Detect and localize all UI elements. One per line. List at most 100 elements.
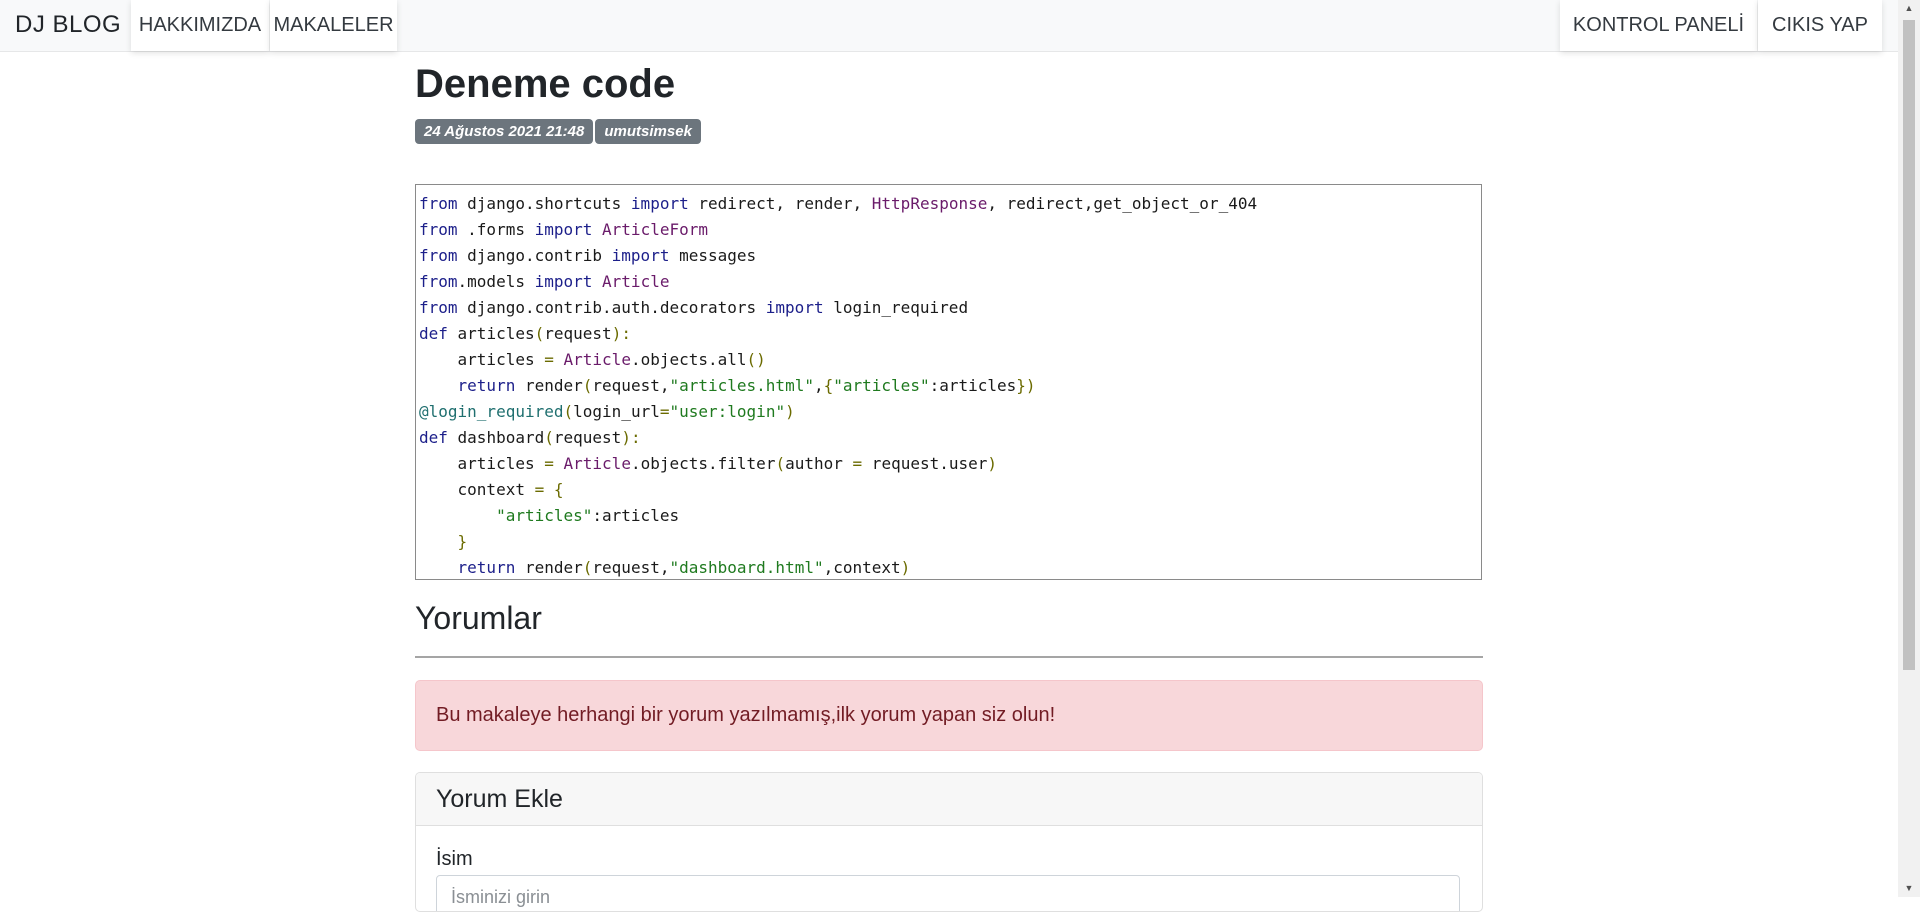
article-title: Deneme code	[415, 62, 676, 106]
code-line: def dashboard(request):	[416, 425, 1481, 451]
code-token: HttpResponse	[871, 194, 988, 213]
code-token: Article	[602, 272, 670, 291]
code-token: ArticleForm	[602, 220, 708, 239]
code-token: ,	[852, 194, 863, 213]
comments-title: Yorumlar	[415, 600, 542, 636]
nav-link-kontrol-paneli[interactable]: KONTROL PANELİ	[1560, 0, 1757, 51]
code-line: return render(request,"articles.html",{"…	[416, 373, 1481, 399]
comment-form-card: Yorum Ekle İsim	[415, 772, 1483, 912]
code-token: (	[563, 402, 574, 421]
code-token: request,	[592, 558, 670, 577]
code-line: from.models import Article	[416, 269, 1481, 295]
code-token: =	[544, 454, 554, 473]
code-line: articles = Article.objects.filter(author…	[416, 451, 1481, 477]
code-token: request	[553, 428, 622, 447]
code-token: import	[534, 220, 593, 239]
code-token: from	[419, 272, 458, 291]
divider	[415, 656, 1483, 658]
name-input[interactable]	[436, 875, 1460, 911]
code-token: render	[515, 558, 583, 577]
code-token: render	[515, 376, 583, 395]
code-token: "dashboard.html"	[669, 558, 824, 577]
code-token: }	[457, 532, 468, 551]
code-token: articles	[447, 324, 535, 343]
code-token: =	[534, 480, 545, 499]
code-line: from .forms import ArticleForm	[416, 217, 1481, 243]
code-token: :articles	[592, 506, 680, 525]
code-token: .forms	[457, 220, 535, 239]
code-token: {	[553, 480, 564, 499]
code-token: ):	[621, 428, 641, 447]
article-meta: 24 Ağustos 2021 21:48 umutsimsek	[415, 119, 703, 144]
code-line: from django.contrib import messages	[416, 243, 1481, 269]
code-line: }	[416, 529, 1481, 555]
code-token: from	[419, 298, 458, 317]
code-token: "articles"	[496, 506, 593, 525]
code-token: Article	[563, 454, 631, 473]
code-token: (	[582, 376, 593, 395]
code-line: from django.shortcuts import redirect, r…	[416, 191, 1481, 217]
chevron-down-icon[interactable]: ▼	[1898, 880, 1920, 897]
code-line: context = {	[416, 477, 1481, 503]
code-token: .objects.all	[630, 350, 747, 369]
code-token: )	[785, 402, 795, 421]
navbar: DJ BLOG HAKKIMIZDA MAKALELER KONTROL PAN…	[0, 0, 1898, 52]
code-token: messages	[669, 246, 757, 265]
nav-link-hakkimizda[interactable]: HAKKIMIZDA	[131, 0, 269, 51]
code-token: Article	[563, 350, 631, 369]
code-token: (	[544, 428, 554, 447]
code-line: articles = Article.objects.all()	[416, 347, 1481, 373]
code-token: "articles"	[833, 376, 930, 395]
code-token: {	[823, 376, 834, 395]
code-token: author	[785, 454, 853, 473]
code-token: import	[630, 194, 689, 213]
code-token: return	[457, 376, 516, 395]
code-token: .objects.filter	[630, 454, 776, 473]
code-token: from	[419, 194, 458, 213]
code-token: import	[534, 272, 593, 291]
code-token: articles	[419, 350, 545, 369]
brand-logo[interactable]: DJ BLOG	[15, 0, 121, 50]
nav-link-cikis-yap[interactable]: CIKIS YAP	[1758, 0, 1882, 51]
code-token: login_url	[573, 402, 660, 421]
code-token: context	[419, 480, 535, 499]
code-token: django.shortcuts	[457, 194, 631, 213]
code-token: "user:login"	[669, 402, 786, 421]
comment-form-title: Yorum Ekle	[416, 773, 1482, 826]
name-label: İsim	[436, 848, 473, 870]
chevron-up-icon[interactable]: ▲	[1898, 0, 1920, 17]
code-line: return render(request,"dashboard.html",c…	[416, 555, 1481, 581]
code-token: (	[534, 324, 545, 343]
code-token: def	[419, 428, 448, 447]
nav-link-makaleler[interactable]: MAKALELER	[270, 0, 397, 51]
code-token: ,	[813, 376, 824, 395]
code-token: ,	[775, 194, 786, 213]
code-token: request,	[592, 376, 670, 395]
code-token: )	[900, 558, 911, 577]
code-token: (	[582, 558, 593, 577]
page-scrollbar[interactable]: ▲ ▼	[1898, 0, 1920, 897]
code-line: @login_required(login_url="user:login")	[416, 399, 1481, 425]
code-token: .models	[457, 272, 535, 291]
scrollbar-thumb[interactable]	[1903, 20, 1915, 670]
code-token: :articles	[929, 376, 1017, 395]
code-token: redirect,get_object_or_404	[997, 194, 1258, 213]
code-token: dashboard	[447, 428, 545, 447]
code-token: ()	[746, 350, 766, 369]
no-comments-alert: Bu makaleye herhangi bir yorum yazılmamı…	[415, 680, 1483, 751]
code-line: from django.contrib.auth.decorators impo…	[416, 295, 1481, 321]
author-badge: umutsimsek	[595, 119, 701, 144]
code-token: ):	[611, 324, 631, 343]
code-token: import	[611, 246, 670, 265]
code-block: from django.shortcuts import redirect, r…	[415, 184, 1482, 580]
code-token: =	[852, 454, 863, 473]
code-token: )	[987, 454, 998, 473]
code-line: def articles(request):	[416, 321, 1481, 347]
